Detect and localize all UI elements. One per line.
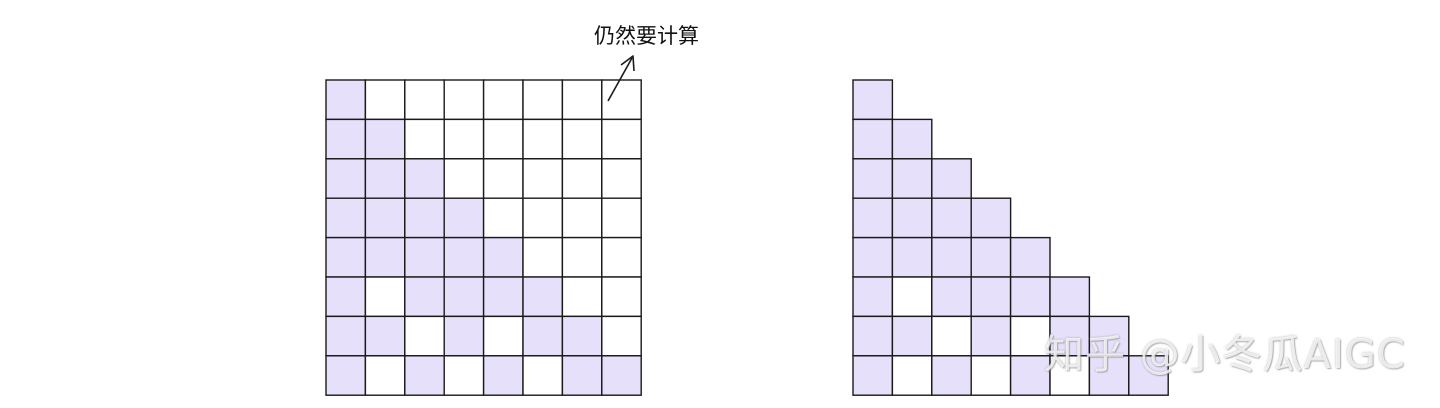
full-mask-cell-r6-c3-filled — [443, 315, 485, 357]
full-mask-cell-r5-c5-filled — [522, 276, 564, 318]
tri-mask-cell-r6-c1-filled — [891, 315, 933, 357]
full-mask-cell-r4-c6-empty — [561, 236, 603, 278]
full-mask-cell-r4-c4-filled — [482, 236, 524, 278]
tri-mask-cell-r1-c1-filled — [891, 118, 933, 160]
full-mask-cell-r2-c6-empty — [561, 158, 603, 199]
full-mask-cell-r7-c0-filled — [325, 355, 367, 396]
full-mask-cell-r1-c4-empty — [482, 118, 524, 160]
full-mask-cell-r0-c4-empty — [482, 79, 524, 121]
full-mask-cell-r2-c3-empty — [443, 158, 485, 199]
full-mask-cell-r4-c1-filled — [364, 236, 406, 278]
tri-mask-cell-r2-c0-filled — [852, 158, 894, 199]
full-mask-cell-r4-c2-filled — [404, 236, 445, 278]
full-mask-cell-r0-c5-empty — [522, 79, 564, 121]
tri-mask-cell-r5-c1-empty — [891, 276, 933, 318]
full-mask-cell-r5-c2-filled — [404, 276, 445, 318]
tri-mask-cell-r4-c3-filled — [970, 236, 1012, 278]
tri-mask-cell-r5-c5-filled — [1049, 276, 1091, 318]
full-mask-cell-r6-c6-filled — [561, 315, 603, 357]
tri-mask-cell-r2-c1-filled — [891, 158, 933, 199]
full-mask-cell-r0-c1-empty — [364, 79, 406, 121]
full-mask-cell-r7-c1-empty — [364, 355, 406, 396]
full-mask-cell-r3-c6-empty — [561, 197, 603, 239]
full-mask-cell-r6-c2-empty — [404, 315, 445, 357]
full-mask-cell-r2-c1-filled — [364, 158, 406, 199]
full-mask-cell-r0-c7-empty — [601, 79, 642, 121]
tri-mask-cell-r3-c1-filled — [891, 197, 933, 239]
full-mask-cell-r2-c2-filled — [404, 158, 445, 199]
full-mask-cell-r3-c2-filled — [404, 197, 445, 239]
annotation-label: 仍然要计算 — [594, 24, 699, 48]
full-mask-cell-r7-c6-filled — [561, 355, 603, 396]
full-mask-cell-r6-c1-filled — [364, 315, 406, 357]
full-mask-cell-r2-c4-empty — [482, 158, 524, 199]
full-mask-cell-r5-c3-filled — [443, 276, 485, 318]
tri-mask-cell-r1-c0-filled — [852, 118, 894, 160]
full-mask-cell-r6-c7-empty — [601, 315, 642, 357]
full-mask-cell-r1-c1-filled — [364, 118, 406, 160]
full-mask-cell-r0-c0-filled — [325, 79, 367, 121]
full-mask-cell-r5-c6-empty — [561, 276, 603, 318]
full-mask-cell-r3-c4-empty — [482, 197, 524, 239]
full-mask-cell-r4-c7-empty — [601, 236, 642, 278]
tri-mask-cell-r5-c4-filled — [1009, 276, 1051, 318]
full-mask-cell-r4-c0-filled — [325, 236, 367, 278]
tri-mask-cell-r7-c1-empty — [891, 355, 933, 396]
full-mask-cell-r1-c3-empty — [443, 118, 485, 160]
full-mask-cell-r7-c7-filled — [601, 355, 642, 396]
tri-mask-cell-r3-c3-filled — [970, 197, 1012, 239]
tri-mask-cell-r7-c0-filled — [852, 355, 894, 396]
full-mask-cell-r3-c3-filled — [443, 197, 485, 239]
watermark-text: 知乎 @小冬瓜AIGC — [1044, 332, 1406, 378]
full-mask-cell-r0-c6-empty — [561, 79, 603, 121]
full-mask-cell-r1-c0-filled — [325, 118, 367, 160]
full-mask-cell-r3-c7-empty — [601, 197, 642, 239]
full-mask-cell-r7-c2-filled — [404, 355, 445, 396]
attention-mask-diagram: 仍然要计算 知乎 @小冬瓜AIGC — [0, 0, 1440, 408]
full-mask-cell-r1-c7-empty — [601, 118, 642, 160]
tri-mask-cell-r6-c0-filled — [852, 315, 894, 357]
full-mask-cell-r7-c3-empty — [443, 355, 485, 396]
full-mask-cell-r0-c3-empty — [443, 79, 485, 121]
tri-mask-cell-r7-c2-filled — [931, 355, 972, 396]
full-mask-cell-r5-c1-empty — [364, 276, 406, 318]
tri-mask-cell-r4-c1-filled — [891, 236, 933, 278]
tri-mask-cell-r5-c0-filled — [852, 276, 894, 318]
full-mask-cell-r6-c0-filled — [325, 315, 367, 357]
tri-mask-cell-r2-c2-filled — [931, 158, 972, 199]
full-mask-cell-r2-c5-empty — [522, 158, 564, 199]
tri-mask-cell-r4-c0-filled — [852, 236, 894, 278]
tri-mask-cell-r6-c3-filled — [970, 315, 1012, 357]
full-mask-cell-r4-c5-empty — [522, 236, 564, 278]
full-mask-cell-r5-c7-empty — [601, 276, 642, 318]
tri-mask-cell-r5-c3-filled — [970, 276, 1012, 318]
full-mask-cell-r1-c5-empty — [522, 118, 564, 160]
full-mask-cell-r6-c4-empty — [482, 315, 524, 357]
full-mask-cell-r4-c3-filled — [443, 236, 485, 278]
full-mask-cell-r7-c4-filled — [482, 355, 524, 396]
full-mask-cell-r3-c0-filled — [325, 197, 367, 239]
full-mask-cell-r3-c5-empty — [522, 197, 564, 239]
full-mask-cell-r5-c0-filled — [325, 276, 367, 318]
full-mask-cell-r3-c1-filled — [364, 197, 406, 239]
full-mask-cell-r7-c5-empty — [522, 355, 564, 396]
full-mask-cell-r6-c5-filled — [522, 315, 564, 357]
tri-mask-cell-r3-c0-filled — [852, 197, 894, 239]
tri-mask-cell-r3-c2-filled — [931, 197, 972, 239]
tri-mask-cell-r6-c2-empty — [931, 315, 972, 357]
full-mask-cell-r1-c6-empty — [561, 118, 603, 160]
tri-mask-cell-r4-c2-filled — [931, 236, 972, 278]
tri-mask-cell-r0-c0-filled — [852, 79, 894, 121]
full-mask-grid — [325, 79, 642, 396]
full-mask-cell-r1-c2-empty — [404, 118, 445, 160]
tri-mask-cell-r4-c4-filled — [1009, 236, 1051, 278]
full-mask-cell-r2-c0-filled — [325, 158, 367, 199]
tri-mask-cell-r5-c2-filled — [931, 276, 972, 318]
tri-mask-cell-r7-c3-empty — [970, 355, 1012, 396]
full-mask-cell-r0-c2-empty — [404, 79, 445, 121]
full-mask-cell-r2-c7-empty — [601, 158, 642, 199]
full-mask-cell-r5-c4-filled — [482, 276, 524, 318]
